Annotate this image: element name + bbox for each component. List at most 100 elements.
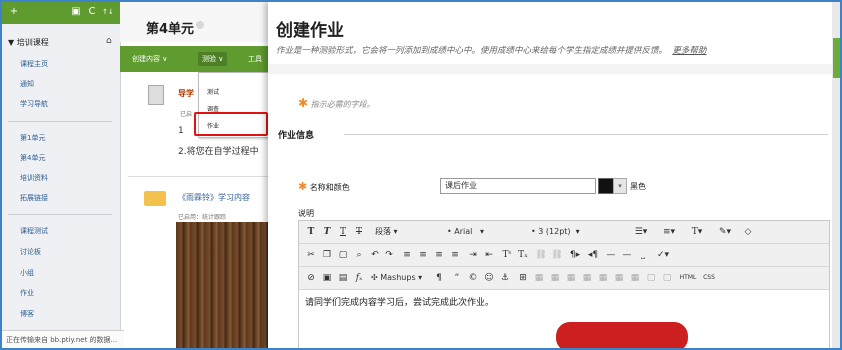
align-right-icon[interactable]: ≡ [433, 248, 445, 262]
delete-row-icon[interactable]: ▦ [597, 271, 609, 285]
insert-media-icon[interactable]: ▤ [337, 271, 349, 285]
section-divider [344, 134, 828, 135]
outdent-icon[interactable]: ⇤ [483, 248, 495, 262]
cell-props-icon[interactable]: ▦ [565, 271, 577, 285]
copyright-icon[interactable]: © [467, 271, 479, 285]
indent-icon[interactable]: ⇥ [467, 248, 479, 262]
highlight-icon[interactable]: ✎▾ [713, 225, 737, 239]
ltr-icon[interactable]: ¶▸ [569, 248, 581, 262]
sidebar-item-course-tests[interactable]: 课程测试 [20, 226, 48, 236]
panel-band [268, 64, 832, 74]
menu-item-test[interactable]: 测试 [207, 87, 219, 96]
find-icon[interactable]: ⌕ [353, 248, 365, 262]
emoticon-icon[interactable]: ☺ [483, 271, 495, 285]
create-content-button[interactable]: 创建内容 ∨ [128, 52, 171, 66]
editor-content[interactable]: 请同学们完成内容学习后，尝试完成此次作业。 [305, 295, 494, 308]
bullet-list-icon[interactable]: ☰▾ [629, 225, 653, 239]
page-title: 第4单元 [146, 22, 195, 37]
course-name: 培训课程 [16, 38, 49, 47]
sidebar-item-groups[interactable]: 小组 [20, 268, 34, 278]
panel-title: 创建作业 [276, 21, 344, 41]
merge-cells-icon[interactable]: ▢ [645, 271, 657, 285]
align-left-icon[interactable]: ≡ [401, 248, 413, 262]
space-icon[interactable]: ⎵ [637, 248, 649, 262]
link-icon[interactable]: ⛓ [535, 248, 547, 262]
justify-icon[interactable]: ≡ [449, 248, 461, 262]
options-icon[interactable] [196, 21, 204, 29]
paragraph-mark-icon[interactable]: ¶ [433, 271, 445, 285]
css-button[interactable]: CSS [701, 271, 717, 285]
name-input[interactable]: 课后作业 [440, 178, 596, 194]
sidebar-item-discussion-board[interactable]: 讨论板 [20, 247, 41, 257]
subscript-icon[interactable]: Tₓ [517, 248, 529, 262]
home-icon[interactable]: ⌂ [106, 36, 112, 46]
paragraph-select[interactable]: 段落 ▾ [375, 225, 439, 239]
editor-toolbar-row-1: T T T T 段落 ▾ • Arial ▾ • 3 (12pt) ▾ ☰▾ ≡… [299, 221, 829, 244]
text-style-1-icon[interactable]: T [305, 225, 317, 239]
sidebar-item-blogs[interactable]: 博客 [20, 309, 34, 319]
more-help-link[interactable]: 更多帮助 [672, 46, 706, 56]
split-cells-icon[interactable]: ▢ [661, 271, 673, 285]
rtl-icon[interactable]: ◂¶ [587, 248, 599, 262]
sidebar-item-unit-1[interactable]: 第1单元 [20, 133, 45, 143]
table-props-icon[interactable]: ▦ [533, 271, 545, 285]
scrollbar-thumb[interactable] [833, 38, 840, 78]
content-item-text: 1 [178, 126, 184, 136]
insert-row-icon[interactable]: ▦ [581, 271, 593, 285]
copy-icon[interactable]: ❐ [321, 248, 333, 262]
browser-status-bar: 正在传输来自 bb.ptiy.net 的数据... [2, 330, 124, 348]
italic-icon[interactable]: T [321, 225, 333, 239]
document-icon [148, 85, 164, 105]
sidebar-item-announcements[interactable]: 通知 [20, 79, 34, 89]
horizontal-rule-icon[interactable]: — [605, 248, 617, 262]
strikethrough-icon[interactable]: T [353, 225, 365, 239]
color-swatch[interactable] [598, 178, 614, 194]
numbered-list-icon[interactable]: ≡▾ [657, 225, 681, 239]
insert-table-icon[interactable]: ⊞ [517, 271, 529, 285]
sidebar-item-learning-guide[interactable]: 学习导航 [20, 99, 48, 109]
equation-icon[interactable]: fₓ [353, 271, 365, 285]
underline-icon[interactable]: T [337, 225, 349, 239]
scrollbar[interactable] [832, 2, 840, 348]
sidebar-item-assignments[interactable]: 作业 [20, 288, 34, 298]
folder-icon [144, 191, 166, 206]
content-item-title[interactable]: 导学 [178, 88, 194, 99]
size-select[interactable]: • 3 (12pt) ▾ [531, 225, 621, 239]
cut-icon[interactable]: ✂ [305, 248, 317, 262]
sidebar-item-extension-links[interactable]: 拓展链接 [20, 193, 48, 203]
quote-icon[interactable]: “ [451, 271, 463, 285]
tools-button[interactable]: 工具 [244, 52, 266, 66]
text-color-icon[interactable]: T▾ [685, 225, 709, 239]
course-menu-header[interactable]: ▼ 培训课程 [8, 37, 49, 48]
line-icon[interactable]: — [621, 248, 633, 262]
sidebar-item-course-home[interactable]: 课程主页 [20, 59, 48, 69]
add-menu-item-button[interactable]: + [8, 6, 20, 18]
folder-icon[interactable]: ▣ [70, 6, 82, 18]
mashups-select[interactable]: ✣ Mashups ▾ [371, 271, 427, 285]
color-picker-button[interactable]: ▾ [613, 178, 627, 194]
insert-image-icon[interactable]: ▣ [321, 271, 333, 285]
eraser-icon[interactable]: ◇ [741, 225, 755, 239]
attach-file-icon[interactable]: ⊘ [305, 271, 317, 285]
sidebar-item-training-materials[interactable]: 培训资料 [20, 173, 48, 183]
font-select[interactable]: • Arial ▾ [447, 225, 527, 239]
align-center-icon[interactable]: ≡ [417, 248, 429, 262]
sort-button[interactable]: ↑↓ [102, 6, 114, 18]
insert-col-icon[interactable]: ▦ [613, 271, 625, 285]
undo-icon[interactable]: ↶ [369, 248, 381, 262]
course-sidebar: + ▣ C ↑↓ ▼ 培训课程 ⌂ 课程主页 通知 学习导航 第1单元 第4单元… [2, 2, 124, 348]
spellcheck-icon[interactable]: ✓▾ [653, 248, 673, 262]
row-props-icon[interactable]: ▦ [549, 271, 561, 285]
refresh-button[interactable]: C [86, 6, 98, 18]
paste-icon[interactable]: ▢ [337, 248, 349, 262]
sidebar-item-unit-4[interactable]: 第4单元 [20, 153, 45, 163]
assessments-button[interactable]: 测验 ∨ [198, 52, 228, 66]
unlink-icon[interactable]: ⛓ [551, 248, 563, 262]
paragraph-value: 段落 [375, 227, 391, 236]
content-item-title[interactable]: 《雨霖铃》学习内容 [178, 192, 250, 203]
superscript-icon[interactable]: Tˢ [501, 248, 513, 262]
redo-icon[interactable]: ↷ [383, 248, 395, 262]
anchor-icon[interactable]: ⚓ [499, 271, 511, 285]
delete-col-icon[interactable]: ▦ [629, 271, 641, 285]
html-view-button[interactable]: HTML [677, 271, 699, 285]
